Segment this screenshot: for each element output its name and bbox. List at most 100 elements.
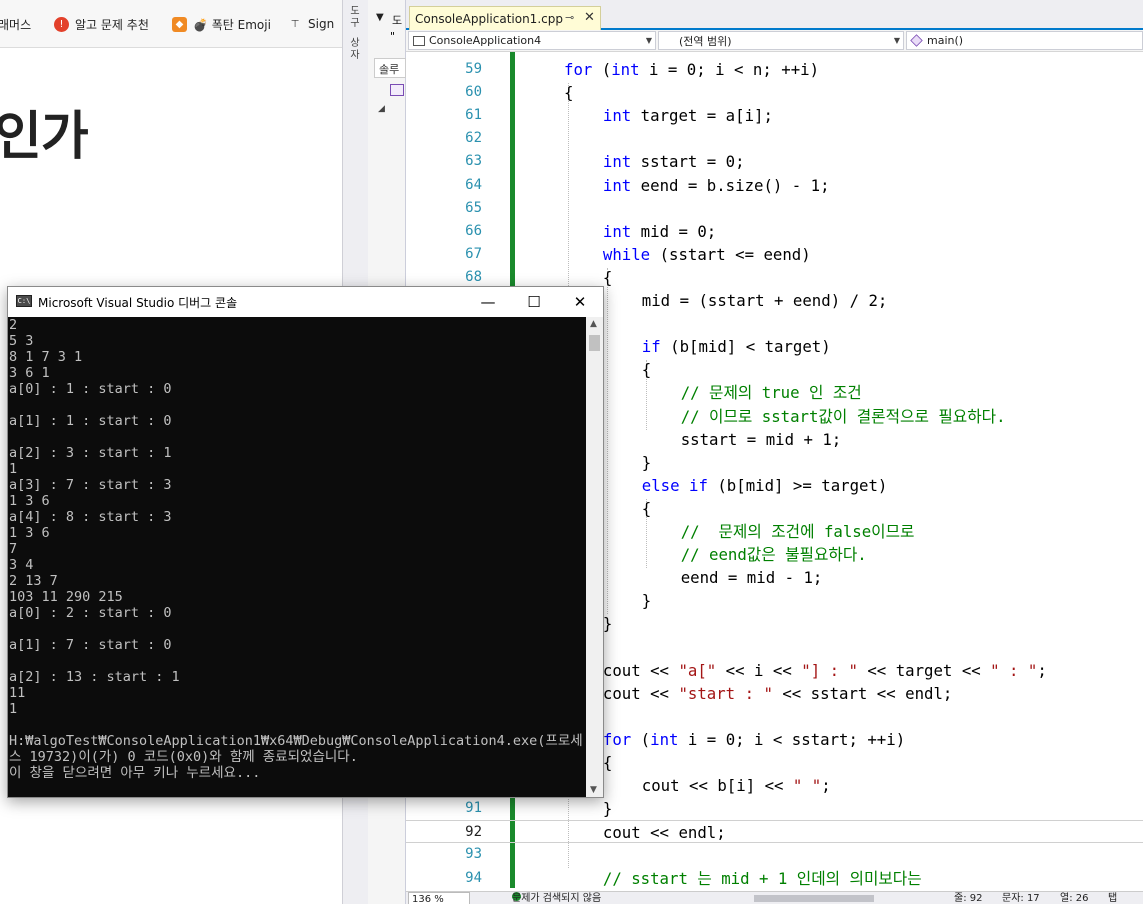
code-token: eend = mid - 1; (680, 568, 823, 588)
code-text: for (int i = 0; i < sstart; ++i) (603, 728, 905, 751)
console-title-bar[interactable]: C:\ Microsoft Visual Studio 디버그 콘솔 — ☐ ✕ (8, 287, 603, 317)
code-token: i = 0; i < n; ++i) (639, 60, 820, 79)
console-vertical-scrollbar[interactable]: ▲ ▼ (586, 317, 603, 797)
console-line: a[1] : 7 : start : 0 (9, 637, 172, 653)
navigation-bar: ConsoleApplication4 ▼ (전역 범위) ▼ main() (406, 30, 1143, 52)
line-number: 64 (465, 176, 482, 193)
code-line[interactable]: 92 cout << endl; (406, 820, 1143, 844)
code-text: sstart = mid + 1; (681, 428, 842, 451)
dropdown-triangle-icon[interactable]: ▼ (376, 12, 384, 23)
bookmark-item[interactable]: ◆ 💣 폭탄 Emoji (172, 14, 271, 34)
code-token: ; (1037, 660, 1047, 680)
code-token: ( (592, 60, 612, 79)
code-token: for (602, 729, 632, 749)
code-line[interactable]: 62 (406, 127, 1143, 150)
pin-icon[interactable]: ⊸ (565, 11, 574, 24)
toolbox-tab[interactable]: 상자 (347, 38, 363, 62)
code-text: { (603, 266, 612, 289)
code-token: cout << b[i] << (641, 776, 793, 796)
minimize-button[interactable]: — (465, 287, 511, 317)
code-token: { (641, 498, 652, 518)
code-line[interactable]: 67 while (sstart <= eend) (406, 243, 1143, 266)
line-number: 65 (465, 199, 482, 216)
code-line[interactable]: 93 (406, 843, 1143, 866)
code-line[interactable]: 94 // sstart 는 mid + 1 인데의 의미보다는 (406, 867, 1143, 890)
project-name: ConsoleApplication4 (429, 34, 542, 47)
scrollbar-thumb[interactable] (589, 335, 600, 351)
line-number: 61 (465, 107, 482, 124)
code-text: eend = mid - 1; (681, 566, 823, 589)
code-text: else if (b[mid] >= target) (642, 474, 888, 497)
console-line: a[2] : 3 : start : 1 (9, 445, 172, 461)
line-number: 67 (465, 245, 482, 262)
status-problems-text: 문제가 검색되지 않음 (512, 893, 602, 904)
close-icon[interactable]: ✕ (584, 10, 595, 25)
code-token: { (602, 753, 613, 772)
status-char: 문자: 17 (1002, 893, 1040, 904)
code-token: } (641, 452, 652, 472)
bookmark-item[interactable]: ⊤ Sign (290, 14, 335, 34)
bookmark-item[interactable]: 래머스 (0, 14, 31, 34)
solution-icon[interactable] (390, 84, 404, 96)
editor-tab-consoleapplication1[interactable]: ConsoleApplication1.cpp ⊸ ✕ (409, 6, 601, 30)
code-token: } (641, 591, 652, 611)
code-token: ( (631, 729, 651, 749)
debug-console-window[interactable]: C:\ Microsoft Visual Studio 디버그 콘솔 — ☐ ✕… (7, 286, 604, 798)
console-line: 2 13 7 (9, 573, 58, 589)
pin-icon: ⊤ (290, 18, 300, 30)
code-token: "a[" (678, 660, 717, 680)
expand-triangle-icon[interactable]: ◢ (378, 104, 385, 114)
maximize-button[interactable]: ☐ (511, 287, 557, 317)
code-token: mid = 0; (631, 221, 717, 241)
console-line: a[2] : 13 : start : 1 (9, 669, 180, 685)
code-text: } (642, 589, 651, 612)
code-text: { (564, 81, 573, 104)
code-token: i = 0; i < sstart; ++i) (678, 729, 906, 749)
code-line[interactable]: 60 { (406, 81, 1143, 104)
status-col: 열: 26 (1060, 893, 1089, 904)
horizontal-scrollbar[interactable] (754, 895, 874, 902)
code-line[interactable]: 66 int mid = 0; (406, 220, 1143, 243)
bookmark-label: Sign (308, 17, 335, 31)
code-token: int (602, 221, 632, 241)
scroll-up-icon[interactable]: ▲ (590, 319, 597, 329)
code-line[interactable]: 91} (406, 797, 1143, 820)
code-token: else if (641, 475, 708, 495)
bookmarks-bar: 래머스 ! 알고 문제 추천 ◆ 💣 폭탄 Emoji ⊤ Sign (0, 0, 342, 48)
console-line: 1 (9, 701, 18, 717)
code-token: << target << (857, 660, 991, 680)
console-line: 이 창을 닫으려면 아무 키나 누르세요... (9, 765, 261, 781)
code-token: "start : " (678, 683, 773, 703)
console-line: a[0] : 1 : start : 0 (9, 381, 172, 397)
close-button[interactable]: ✕ (557, 287, 603, 317)
chevron-down-icon: ▼ (893, 36, 900, 45)
bookmark-item[interactable]: ! 알고 문제 추천 (54, 14, 149, 34)
scope-name: (전역 범위) (679, 34, 732, 48)
code-token: sstart = 0; (631, 152, 745, 172)
code-text: // eend값은 불필요하다. (681, 543, 867, 566)
code-text: cout << b[i] << " "; (642, 774, 831, 797)
code-text: { (603, 751, 612, 774)
code-token: // 이므로 sstart값이 결론적으로 필요하다. (680, 406, 1006, 426)
code-text: int target = a[i]; (603, 104, 773, 127)
code-line[interactable]: 61 int target = a[i]; (406, 104, 1143, 127)
zoom-dropdown[interactable]: 136 % (408, 892, 470, 904)
code-token: cout << endl; (602, 823, 726, 843)
code-text: if (b[mid] < target) (642, 335, 831, 358)
code-token: cout << (602, 660, 679, 680)
code-token: if (641, 337, 661, 357)
code-line[interactable]: 65 (406, 197, 1143, 220)
method-cube-icon (910, 34, 923, 47)
scope-dropdown[interactable]: (전역 범위) ▼ (658, 31, 904, 50)
project-dropdown[interactable]: ConsoleApplication4 ▼ (408, 31, 656, 50)
code-line[interactable]: 59 for (int i = 0; i < n; ++i) (406, 58, 1143, 81)
member-dropdown[interactable]: main() (906, 31, 1143, 50)
toolbox-tab[interactable]: 도구 (347, 6, 363, 30)
solution-search-input[interactable]: 솔루 (374, 58, 406, 78)
code-line[interactable]: 64 int eend = b.size() - 1; (406, 174, 1143, 197)
console-line: 1 3 6 (9, 525, 50, 541)
console-output[interactable]: 25 38 1 7 3 13 6 1 a[0] : 1 : start : 0 a[… (8, 317, 586, 797)
code-line[interactable]: 63 int sstart = 0; (406, 150, 1143, 173)
scroll-down-icon[interactable]: ▼ (590, 785, 597, 795)
